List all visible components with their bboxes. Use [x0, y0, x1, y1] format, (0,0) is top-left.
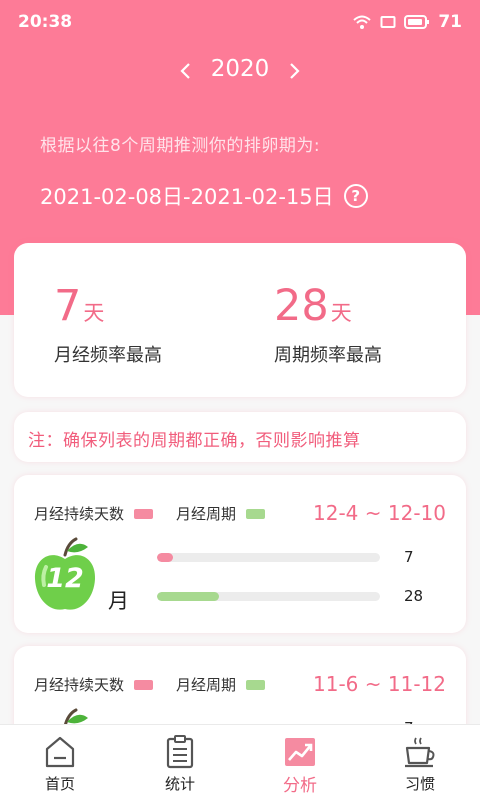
screen-icon: [380, 15, 396, 29]
period-bar-value: 7: [404, 548, 414, 566]
tab-statistics-label: 统计: [164, 775, 195, 793]
status-time: 20:38: [18, 12, 73, 32]
period-bar-track: [157, 553, 380, 562]
cycle-bar-fill: [157, 592, 220, 601]
note-text: 注：确保列表的周期都正确，否则影响推算: [28, 431, 361, 451]
period-legend-swatch: [134, 508, 154, 519]
period-legend: 月经持续天数: [34, 674, 154, 695]
prediction-range: 2021-02-08日-2021-02-15日 ?: [40, 181, 368, 211]
tab-habits[interactable]: 习惯: [360, 725, 480, 800]
home-icon: [45, 736, 75, 768]
period-legend-label: 月经持续天数: [34, 505, 125, 523]
cycle-legend-swatch: [246, 508, 266, 519]
period-days-stat: 7天 月经频率最高: [54, 281, 162, 367]
tab-analysis-label: 分析: [283, 776, 317, 796]
prev-year-button[interactable]: [170, 56, 200, 86]
period-days-value: 7: [54, 281, 82, 331]
cycle-card[interactable]: 月经持续天数 月经周期 12-4 ~ 12-10 12 月 7 28: [14, 475, 466, 633]
cycle-date-range: 12-4 ~ 12-10: [313, 501, 446, 525]
status-bar: 20:38 71: [0, 0, 480, 44]
coffee-cup-icon: [405, 737, 435, 768]
cycle-date-range: 11-6 ~ 11-12: [313, 672, 446, 696]
bottom-tab-bar: 首页 统计 分析 习惯: [0, 724, 480, 800]
cycle-bar-track: [157, 592, 380, 601]
stats-card: 7天 月经频率最高 28天 周期频率最高: [14, 243, 466, 397]
help-icon[interactable]: ?: [343, 184, 368, 208]
period-legend-swatch: [134, 679, 154, 690]
tab-home-label: 首页: [44, 775, 75, 793]
tab-home[interactable]: 首页: [0, 725, 120, 800]
next-year-button[interactable]: [280, 56, 310, 86]
cycle-legend: 月经周期: [176, 674, 266, 695]
battery-level: 71: [438, 12, 462, 32]
month-unit-label: 月: [108, 589, 129, 613]
chevron-left-icon: [180, 63, 190, 79]
year-navigator: 2020: [0, 54, 480, 88]
cycle-legend-label: 月经周期: [176, 676, 237, 694]
clipboard-icon: [166, 735, 194, 769]
year-label: 2020: [210, 56, 270, 82]
tab-habits-label: 习惯: [404, 775, 435, 793]
status-icons: 71: [352, 12, 462, 32]
cycle-bar-value: 28: [404, 587, 424, 605]
apple-month-badge: 12: [32, 537, 98, 615]
cycle-days-value: 28: [274, 281, 329, 331]
period-bar-fill: [157, 553, 173, 562]
cycle-legend-label: 月经周期: [176, 505, 237, 523]
cycle-legend-swatch: [246, 679, 266, 690]
cycle-days-stat: 28天 周期频率最高: [274, 281, 382, 367]
tab-statistics[interactable]: 统计: [120, 725, 240, 800]
wifi-icon: [352, 14, 372, 30]
month-number: 12: [46, 563, 84, 594]
chart-icon: [285, 738, 315, 766]
ovulation-date-range: 2021-02-08日-2021-02-15日: [40, 185, 334, 209]
chevron-right-icon: [290, 63, 300, 79]
tab-analysis[interactable]: 分析: [240, 725, 360, 800]
period-legend: 月经持续天数: [34, 503, 154, 524]
cycle-days-label: 周期频率最高: [274, 345, 382, 366]
prediction-caption: 根据以往8个周期推测你的排卵期为:: [40, 136, 321, 156]
period-days-unit: 天: [83, 301, 105, 325]
battery-icon: [404, 15, 430, 29]
cycle-days-unit: 天: [330, 301, 352, 325]
period-days-label: 月经频率最高: [54, 345, 162, 366]
period-legend-label: 月经持续天数: [34, 676, 125, 694]
note-card: 注：确保列表的周期都正确，否则影响推算: [14, 412, 466, 462]
cycle-legend: 月经周期: [176, 503, 266, 524]
